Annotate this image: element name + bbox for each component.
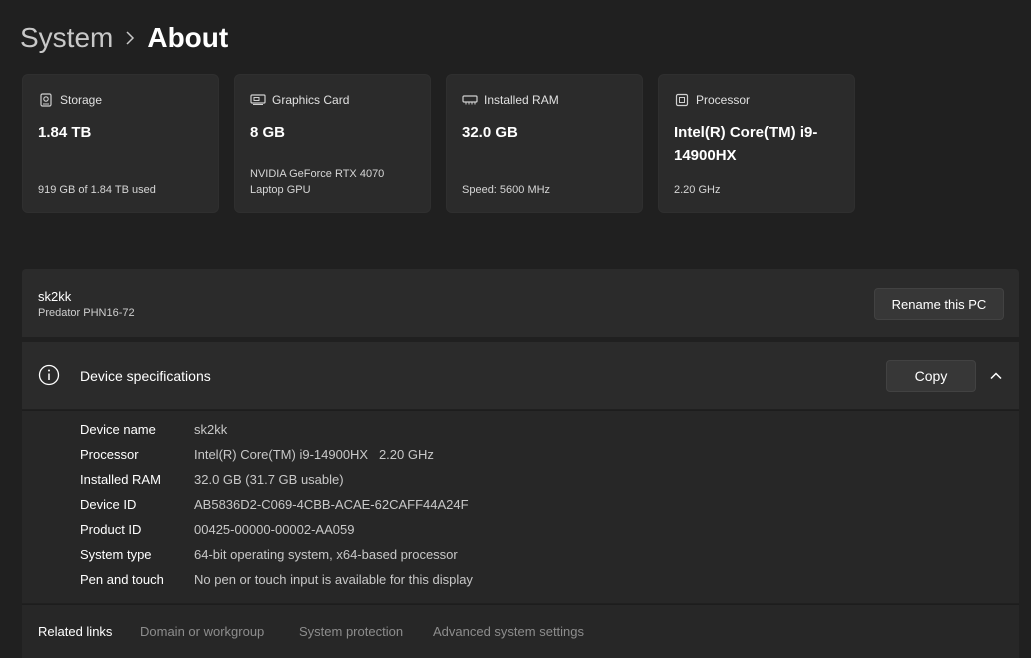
spec-cards: Storage 1.84 TB 919 GB of 1.84 TB used G… xyxy=(22,74,855,213)
pc-name-row: sk2kk Predator PHN16-72 Rename this PC xyxy=(22,269,1019,337)
spec-row-pen-touch: Pen and touch No pen or touch input is a… xyxy=(80,572,473,592)
spec-row-product-id: Product ID 00425-00000-00002-AA059 xyxy=(80,522,354,542)
spec-value: sk2kk xyxy=(194,422,228,437)
copy-button[interactable]: Copy xyxy=(886,360,976,392)
link-advanced-system-settings[interactable]: Advanced system settings xyxy=(433,624,584,639)
spec-value: 00425-00000-00002-AA059 xyxy=(194,522,355,537)
device-specifications-title: Device specifications xyxy=(80,368,211,384)
card-sub: Speed: 5600 MHz xyxy=(462,184,551,196)
related-links: Related links Domain or workgroup System… xyxy=(22,604,1019,658)
card-sub: 2.20 GHz xyxy=(674,184,721,196)
card-label: Storage xyxy=(60,93,103,107)
spec-value: 64-bit operating system, x64-based proce… xyxy=(194,547,458,562)
spec-key: Device ID xyxy=(80,497,137,512)
spec-key: Device name xyxy=(80,422,156,437)
card-label: Installed RAM xyxy=(484,93,559,107)
spec-value: No pen or touch input is available for t… xyxy=(194,572,473,587)
card-value: 1.84 TB xyxy=(38,124,92,141)
graphics-card-icon xyxy=(250,92,266,108)
spec-key: System type xyxy=(80,547,152,562)
spec-row-system-type: System type 64-bit operating system, x64… xyxy=(80,547,458,567)
link-system-protection[interactable]: System protection xyxy=(299,624,403,639)
spec-row-processor: Processor Intel(R) Core(TM) i9-14900HX 2… xyxy=(80,447,434,467)
rename-pc-button[interactable]: Rename this PC xyxy=(874,288,1004,320)
related-links-title: Related links xyxy=(38,624,113,639)
about-page: System About Storage 1.84 TB 919 GB of 1… xyxy=(0,0,1031,658)
spec-value: Intel(R) Core(TM) i9-14900HX 2.20 GHz xyxy=(194,447,434,462)
pc-name: sk2kk xyxy=(38,289,72,304)
card-graphics: Graphics Card 8 GB NVIDIA GeForce RTX 40… xyxy=(234,74,431,213)
spec-key: Pen and touch xyxy=(80,572,164,587)
spec-row-device-id: Device ID AB5836D2-C069-4CBB-ACAE-62CAFF… xyxy=(80,497,469,517)
breadcrumb-system[interactable]: System xyxy=(20,22,113,54)
card-label: Graphics Card xyxy=(272,93,350,107)
info-icon xyxy=(38,364,60,386)
spec-value: 32.0 GB (31.7 GB usable) xyxy=(194,472,344,487)
spec-row-installed-ram: Installed RAM 32.0 GB (31.7 GB usable) xyxy=(80,472,344,492)
card-label: Processor xyxy=(696,93,751,107)
spec-key: Product ID xyxy=(80,522,142,537)
breadcrumb: System About xyxy=(20,18,228,58)
pc-model: Predator PHN16-72 xyxy=(38,307,135,319)
chevron-right-icon xyxy=(113,31,147,45)
ram-icon xyxy=(462,92,478,108)
card-value: Intel(R) Core(TM) i9-14900HX xyxy=(674,124,818,164)
card-storage: Storage 1.84 TB 919 GB of 1.84 TB used xyxy=(22,74,219,213)
card-value: 8 GB xyxy=(250,124,286,141)
spec-key: Processor xyxy=(80,447,139,462)
device-specifications-list: Device name sk2kk Processor Intel(R) Cor… xyxy=(22,410,1019,603)
card-value: 32.0 GB xyxy=(462,124,518,141)
device-specifications-header[interactable]: Device specifications Copy xyxy=(22,342,1019,409)
page-title: About xyxy=(147,22,229,53)
storage-icon xyxy=(38,92,54,108)
link-domain-workgroup[interactable]: Domain or workgroup xyxy=(140,624,264,639)
card-processor: Processor Intel(R) Core(TM) i9-14900HX 2… xyxy=(658,74,855,213)
processor-icon xyxy=(674,92,690,108)
card-sub: NVIDIA GeForce RTX 4070 Laptop GPU xyxy=(250,168,385,196)
card-sub: 919 GB of 1.84 TB used xyxy=(38,184,156,196)
spec-value: AB5836D2-C069-4CBB-ACAE-62CAFF44A24F xyxy=(194,497,469,512)
spec-key: Installed RAM xyxy=(80,472,161,487)
chevron-up-icon[interactable] xyxy=(986,366,1006,386)
spec-row-device-name: Device name sk2kk xyxy=(80,422,227,442)
card-ram: Installed RAM 32.0 GB Speed: 5600 MHz xyxy=(446,74,643,213)
